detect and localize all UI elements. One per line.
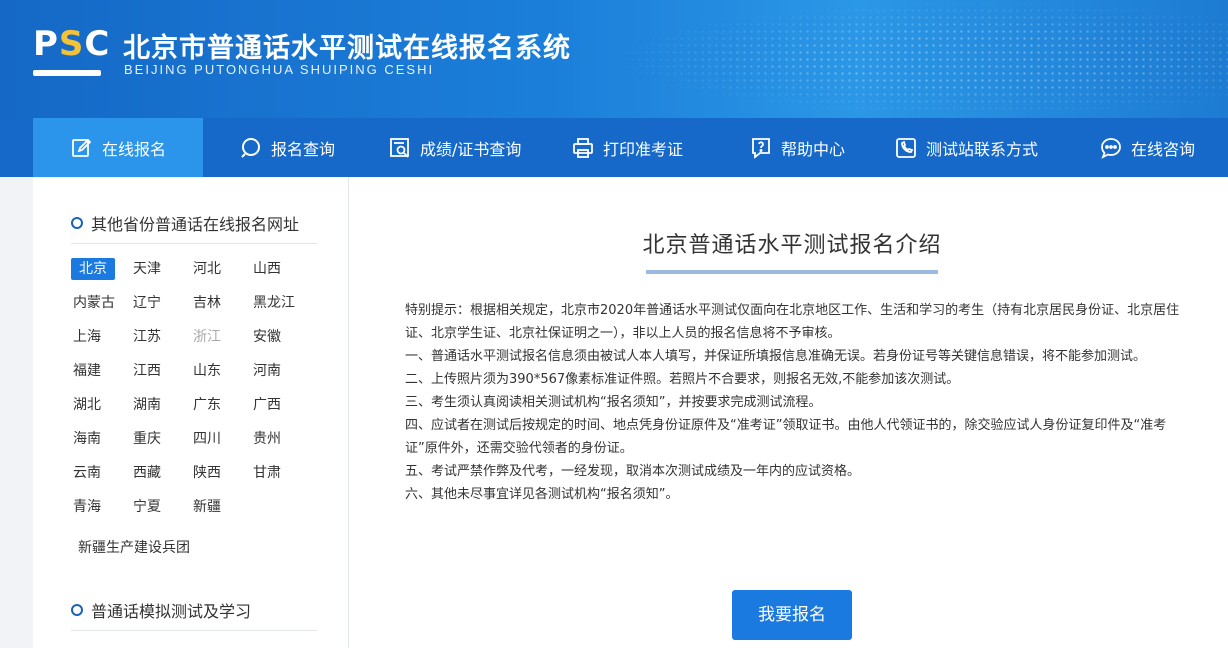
province-link[interactable]: 吉林 xyxy=(193,292,221,314)
province-link[interactable]: 新疆 xyxy=(193,496,221,518)
chat-icon xyxy=(1101,137,1121,159)
nav-label: 在线咨询 xyxy=(1131,139,1196,159)
province-link[interactable]: 西藏 xyxy=(133,462,161,484)
nav-label: 成绩/证书查询 xyxy=(420,139,522,159)
title-underline xyxy=(646,270,938,274)
certificate-search-icon xyxy=(390,137,409,158)
search-icon xyxy=(241,137,260,158)
province-link[interactable]: 安徽 xyxy=(253,326,281,348)
section-title-practice: 普通话模拟测试及学习 xyxy=(71,598,251,622)
province-link[interactable]: 天津 xyxy=(133,258,161,280)
province-link[interactable]: 浙江 xyxy=(193,326,221,348)
world-map-decoration xyxy=(608,0,1228,118)
province-link[interactable]: 宁夏 xyxy=(133,496,161,518)
divider xyxy=(71,243,317,244)
province-link[interactable]: 河北 xyxy=(193,258,221,280)
province-link[interactable]: 湖北 xyxy=(73,394,101,416)
province-link[interactable]: 青海 xyxy=(73,496,101,518)
nav-print-ticket[interactable]: 打印准考证 xyxy=(571,118,683,177)
province-link[interactable]: 江西 xyxy=(133,360,161,382)
register-button[interactable]: 我要报名 xyxy=(732,590,852,640)
phone-icon xyxy=(896,137,916,158)
province-link[interactable]: 陕西 xyxy=(193,462,221,484)
psc-logo[interactable]: PSC xyxy=(33,24,111,80)
province-link[interactable]: 重庆 xyxy=(133,428,161,450)
nav-label: 打印准考证 xyxy=(603,139,684,159)
notice-paragraph: 特别提示：根据相关规定，北京市2020年普通话水平测试仅面向在北京地区工作、生活… xyxy=(405,303,1180,341)
province-link[interactable]: 湖南 xyxy=(133,394,161,416)
main-content: 北京普通话水平测试报名介绍 特别提示：根据相关规定，北京市2020年普通话水平测… xyxy=(349,177,1228,648)
province-link[interactable]: 上海 xyxy=(73,326,101,348)
province-link[interactable]: 甘肃 xyxy=(253,462,281,484)
notice-text: 特别提示：根据相关规定，北京市2020年普通话水平测试仅面向在北京地区工作、生活… xyxy=(405,299,1185,506)
province-link[interactable]: 山西 xyxy=(253,258,281,280)
notice-paragraph: 六、其他未尽事宜详见各测试机构“报名须知”。 xyxy=(405,487,679,502)
sidebar: 其他省份普通话在线报名网址 北京 天津 河北 山西内蒙古 辽宁 吉林 黑龙江上海 江苏 浙江 安徽… xyxy=(33,177,349,648)
province-link[interactable]: 北京 xyxy=(71,258,115,280)
circle-bullet-icon xyxy=(71,604,83,616)
province-link[interactable]: 四川 xyxy=(193,428,221,450)
page-title: 北京普通话水平测试报名介绍 xyxy=(642,233,942,258)
province-link[interactable]: 内蒙古 xyxy=(73,292,115,314)
notice-paragraph: 二、上传照片须为390*567像素标准证件照。若照片不合要求，则报名无效,不能参… xyxy=(405,372,960,387)
logo-text: PSC xyxy=(33,24,111,64)
main-nav: 在线报名 报名查询 成绩/证书查询 打印准考证 帮助中心 测试站联系方式 在线咨… xyxy=(0,118,1228,177)
notice-paragraph: 三、考生须认真阅读相关测试机构“报名须知”，并按要求完成测试流程。 xyxy=(405,395,822,410)
nav-online-register[interactable]: 在线报名 xyxy=(33,118,203,177)
province-link[interactable]: 贵州 xyxy=(253,428,281,450)
notice-paragraph: 一、普通话水平测试报名信息须由被试人本人填写，并保证所填报信息准确无误。若身份证… xyxy=(405,349,1147,364)
nav-label: 测试站联系方式 xyxy=(926,139,1039,159)
site-title: 北京市普通话水平测试在线报名系统 xyxy=(123,33,571,64)
nav-label: 报名查询 xyxy=(271,139,336,159)
site-header: PSC 北京市普通话水平测试在线报名系统 BEIJING PUTONGHUA S… xyxy=(0,0,1228,118)
province-link[interactable]: 广东 xyxy=(193,394,221,416)
province-link[interactable]: 云南 xyxy=(73,462,101,484)
province-link[interactable]: 江苏 xyxy=(133,326,161,348)
province-link[interactable]: 海南 xyxy=(73,428,101,450)
nav-label: 帮助中心 xyxy=(781,139,846,159)
nav-help-center[interactable]: 帮助中心 xyxy=(749,118,845,177)
circle-bullet-icon xyxy=(71,217,83,229)
province-link[interactable]: 辽宁 xyxy=(133,292,161,314)
printer-icon xyxy=(573,137,593,158)
site-subtitle: BEIJING PUTONGHUA SHUIPING CESHI xyxy=(124,62,435,77)
province-link[interactable]: 福建 xyxy=(73,360,101,382)
nav-score-query[interactable]: 成绩/证书查询 xyxy=(388,118,521,177)
nav-label: 在线报名 xyxy=(102,139,167,159)
nav-online-consult[interactable]: 在线咨询 xyxy=(1099,118,1195,177)
notice-paragraph: 四、应试者在测试后按规定的时间、地点凭身份证原件及“准考证”领取证书。由他人代领… xyxy=(405,418,1167,456)
province-link[interactable]: 广西 xyxy=(253,394,281,416)
edit-icon xyxy=(72,138,92,157)
province-link[interactable]: 河南 xyxy=(253,360,281,382)
province-link[interactable]: 山东 xyxy=(193,360,221,382)
divider xyxy=(71,630,317,631)
notice-paragraph: 五、考试严禁作弊及代考，一经发现，取消本次测试成绩及一年内的应试资格。 xyxy=(405,464,861,479)
logo-underline xyxy=(33,70,101,76)
province-link-xinjiang-bingtuan[interactable]: 新疆生产建设兵团 xyxy=(78,537,190,559)
nav-register-query[interactable]: 报名查询 xyxy=(239,118,335,177)
help-icon xyxy=(752,137,770,159)
section-title-provinces: 其他省份普通话在线报名网址 xyxy=(71,211,299,235)
nav-contact[interactable]: 测试站联系方式 xyxy=(894,118,1038,177)
province-link[interactable]: 黑龙江 xyxy=(253,292,295,314)
